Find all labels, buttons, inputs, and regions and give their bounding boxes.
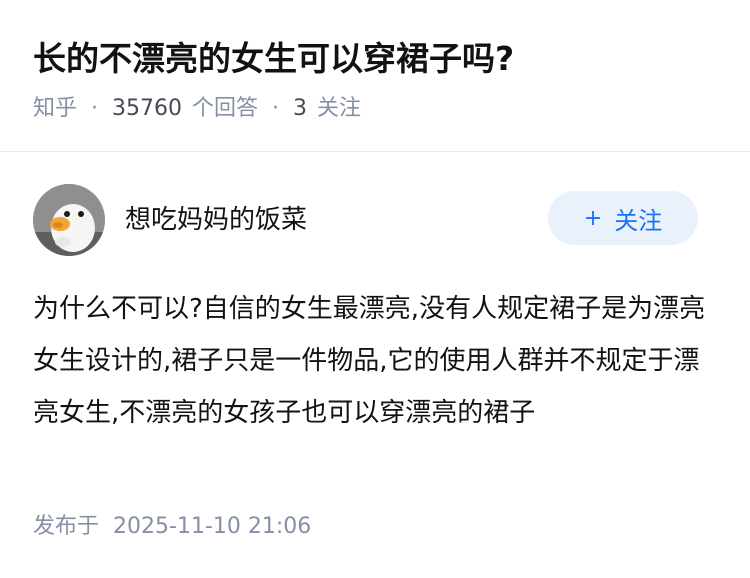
duck-avatar-icon — [33, 184, 105, 256]
question-title[interactable]: 长的不漂亮的女生可以穿裙子吗? — [33, 36, 514, 82]
follow-button-label: 关注 — [614, 206, 663, 235]
question-header: 长的不漂亮的女生可以穿裙子吗? 知乎 · 35760 个回答 · 3 关注 — [0, 0, 750, 152]
separator-dot: · — [272, 96, 280, 121]
follow-count: 3 — [293, 96, 308, 121]
avatar[interactable] — [33, 184, 105, 256]
follow-count-label: 关注 — [317, 96, 362, 121]
answer-count-label: 个回答 — [192, 96, 259, 121]
publish-meta: 发布于 2025-11-10 21:06 — [33, 512, 311, 542]
published-time: 2025-11-10 21:06 — [113, 514, 312, 539]
author-row: 想吃妈妈的饭菜 + 关注 — [33, 184, 698, 256]
author-name[interactable]: 想吃妈妈的饭菜 — [125, 202, 307, 238]
answer-count: 35760 — [112, 96, 183, 121]
plus-icon: + — [583, 205, 603, 231]
follow-button[interactable]: + 关注 — [548, 191, 698, 245]
published-label: 发布于 — [33, 514, 100, 539]
source-label[interactable]: 知乎 — [33, 94, 77, 124]
question-meta: 知乎 · 35760 个回答 · 3 关注 — [33, 94, 361, 124]
answer-content: 为什么不可以?自信的女生最漂亮,没有人规定裙子是为漂亮女生设计的,裙子只是一件物… — [33, 294, 706, 428]
separator-dot: · — [91, 96, 99, 121]
